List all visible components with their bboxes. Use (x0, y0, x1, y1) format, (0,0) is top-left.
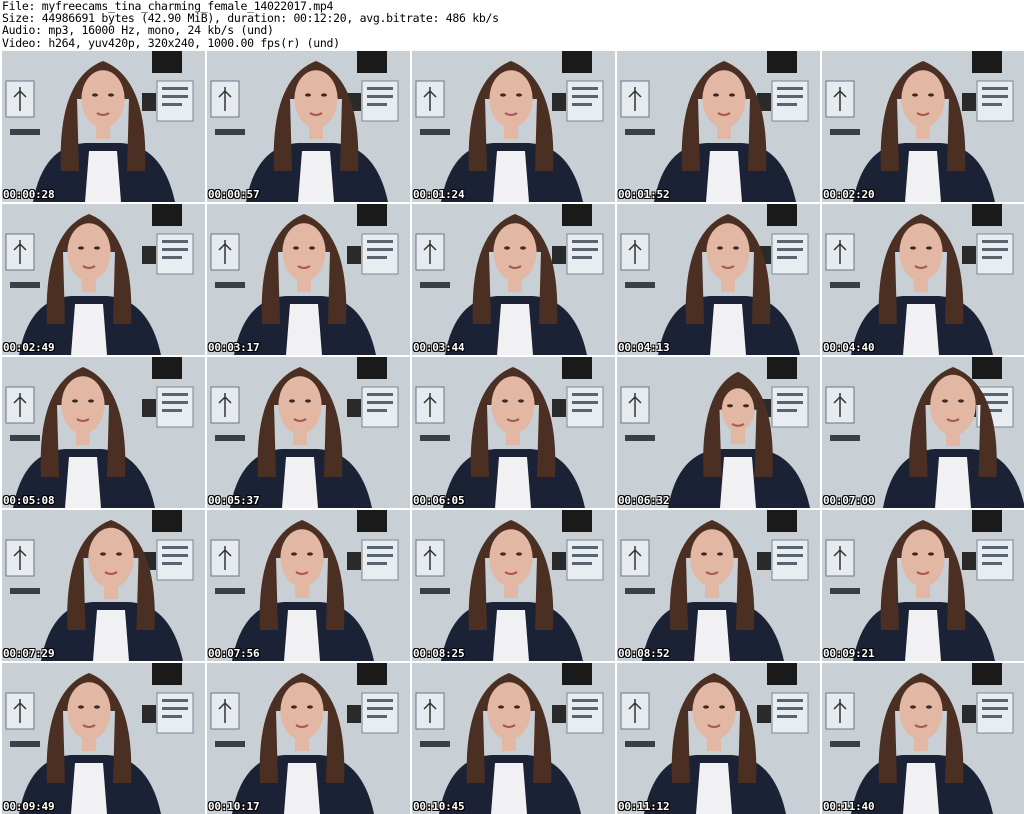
webcam-frame-image (822, 357, 1024, 508)
webcam-frame-image (412, 510, 615, 661)
video-thumbnail: 00:05:37 (207, 357, 410, 508)
webcam-frame-image (412, 357, 615, 508)
thumbnail-timestamp: 00:11:12 (618, 800, 670, 813)
webcam-frame-image (2, 663, 205, 814)
video-thumbnail: 00:06:32 (617, 357, 820, 508)
thumbnail-timestamp: 00:04:40 (823, 341, 875, 354)
webcam-frame-image (207, 204, 410, 355)
video-thumbnail: 00:11:40 (822, 663, 1024, 814)
webcam-frame-image (822, 204, 1024, 355)
thumbnail-timestamp: 00:07:29 (3, 647, 55, 660)
webcam-frame-image (822, 663, 1024, 814)
thumbnail-timestamp: 00:01:52 (618, 188, 670, 201)
webcam-frame-image (2, 510, 205, 661)
webcam-frame-image (207, 510, 410, 661)
video-thumbnail: 00:05:08 (2, 357, 205, 508)
video-thumbnail: 00:10:45 (412, 663, 615, 814)
thumbnail-timestamp: 00:01:24 (413, 188, 465, 201)
video-thumbnail: 00:08:52 (617, 510, 820, 661)
webcam-frame-image (617, 510, 820, 661)
audio-info-line: Audio: mp3, 16000 Hz, mono, 24 kb/s (und… (2, 23, 274, 38)
thumbnail-timestamp: 00:04:13 (618, 341, 670, 354)
thumbnail-timestamp: 00:09:21 (823, 647, 875, 660)
video-thumbnail: 00:04:40 (822, 204, 1024, 355)
video-thumbnail: 00:07:29 (2, 510, 205, 661)
thumbnail-timestamp: 00:09:49 (3, 800, 55, 813)
thumbnail-timestamp: 00:10:45 (413, 800, 465, 813)
webcam-frame-image (617, 51, 820, 202)
webcam-frame-image (2, 357, 205, 508)
webcam-frame-image (207, 663, 410, 814)
video-thumbnail: 00:09:49 (2, 663, 205, 814)
thumbnail-timestamp: 00:00:57 (208, 188, 260, 201)
video-thumbnail: 00:04:13 (617, 204, 820, 355)
thumbnail-timestamp: 00:05:08 (3, 494, 55, 507)
video-thumbnail: 00:08:25 (412, 510, 615, 661)
file-info-header: File: myfreecams_tina_charming_female_14… (2, 0, 1022, 50)
thumbnail-timestamp: 00:02:49 (3, 341, 55, 354)
webcam-frame-image (822, 51, 1024, 202)
thumbnail-timestamp: 00:02:20 (823, 188, 875, 201)
video-info-line: Video: h264, yuv420p, 320x240, 1000.00 f… (2, 35, 340, 50)
thumbnail-timestamp: 00:08:25 (413, 647, 465, 660)
video-thumbnail: 00:01:52 (617, 51, 820, 202)
webcam-frame-image (2, 51, 205, 202)
thumbnail-timestamp: 00:03:44 (413, 341, 465, 354)
video-thumbnail: 00:10:17 (207, 663, 410, 814)
video-thumbnail: 00:02:20 (822, 51, 1024, 202)
video-thumbnail: 00:03:44 (412, 204, 615, 355)
video-thumbnail: 00:03:17 (207, 204, 410, 355)
thumbnail-timestamp: 00:05:37 (208, 494, 260, 507)
thumbnail-timestamp: 00:07:56 (208, 647, 260, 660)
webcam-frame-image (617, 663, 820, 814)
video-thumbnail: 00:00:28 (2, 51, 205, 202)
thumbnail-timestamp: 00:06:32 (618, 494, 670, 507)
webcam-frame-image (412, 663, 615, 814)
webcam-frame-image (617, 357, 820, 508)
thumbnail-timestamp: 00:00:28 (3, 188, 55, 201)
thumbnail-timestamp: 00:06:05 (413, 494, 465, 507)
thumbnail-timestamp: 00:03:17 (208, 341, 260, 354)
video-thumbnail: 00:07:00 (822, 357, 1024, 508)
video-thumbnail: 00:06:05 (412, 357, 615, 508)
video-thumbnail: 00:09:21 (822, 510, 1024, 661)
thumbnail-timestamp: 00:08:52 (618, 647, 670, 660)
video-thumbnail: 00:02:49 (2, 204, 205, 355)
webcam-frame-image (412, 51, 615, 202)
webcam-frame-image (617, 204, 820, 355)
thumbnail-timestamp: 00:11:40 (823, 800, 875, 813)
webcam-frame-image (2, 204, 205, 355)
video-thumbnail: 00:01:24 (412, 51, 615, 202)
thumbnail-timestamp: 00:10:17 (208, 800, 260, 813)
video-thumbnail: 00:11:12 (617, 663, 820, 814)
webcam-frame-image (412, 204, 615, 355)
webcam-frame-image (207, 51, 410, 202)
video-thumbnail: 00:00:57 (207, 51, 410, 202)
thumbnail-grid: 00:00:28 00:00:57 00:01:24 00:01:52 00:0… (2, 51, 1024, 814)
webcam-frame-image (822, 510, 1024, 661)
thumbnail-timestamp: 00:07:00 (823, 494, 875, 507)
video-thumbnail: 00:07:56 (207, 510, 410, 661)
webcam-frame-image (207, 357, 410, 508)
